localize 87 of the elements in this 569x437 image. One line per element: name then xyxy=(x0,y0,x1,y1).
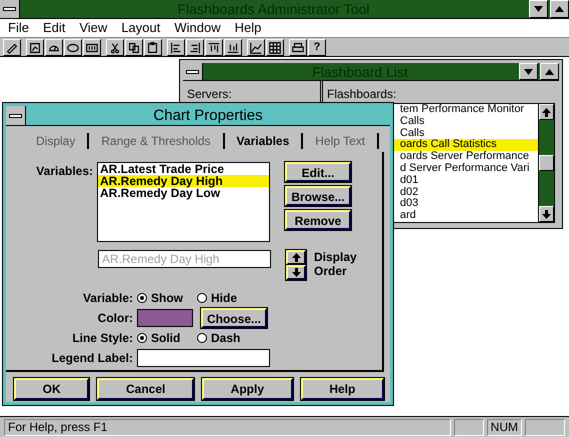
choose-button[interactable]: Choose... xyxy=(201,308,267,328)
display-order-label: Display Order xyxy=(314,250,358,280)
scissors-icon xyxy=(108,40,122,54)
printer-icon xyxy=(291,40,305,54)
menu-item[interactable]: Edit xyxy=(38,19,74,37)
tab[interactable]: Variables xyxy=(224,133,304,149)
status-panel xyxy=(454,419,484,436)
toolbar-button[interactable] xyxy=(125,39,143,56)
align-right-icon xyxy=(188,40,202,54)
system-menu-button[interactable] xyxy=(6,106,26,125)
toolbar-button[interactable] xyxy=(266,39,284,56)
scroll-up-button[interactable] xyxy=(539,104,554,120)
help-button[interactable]: ? xyxy=(308,39,326,56)
scrollbar[interactable] xyxy=(538,104,554,222)
list-item[interactable]: AR.Remedy Day Low xyxy=(98,187,269,199)
toolbar-button[interactable] xyxy=(144,39,162,56)
legend-label: Legend Label: xyxy=(50,350,134,367)
tab[interactable]: Display xyxy=(24,133,90,149)
menu-item[interactable]: Window xyxy=(169,19,230,37)
minimize-button[interactable] xyxy=(529,0,548,18)
up-triangle-icon xyxy=(555,6,564,12)
maximize-button[interactable] xyxy=(550,0,569,18)
variable-label: Variable: xyxy=(82,290,134,307)
toolbar-button[interactable] xyxy=(205,39,223,56)
toolbar-button[interactable] xyxy=(106,39,124,56)
move-up-button[interactable] xyxy=(286,250,306,265)
toolbar-button[interactable] xyxy=(26,39,44,56)
paste-icon xyxy=(146,40,160,54)
align-left-icon xyxy=(169,40,183,54)
grid-icon xyxy=(268,40,282,54)
dialog-button[interactable]: Edit... xyxy=(285,162,351,182)
radio-button[interactable]: Hide xyxy=(197,289,257,307)
toolbar-button[interactable] xyxy=(64,39,82,56)
toolbar-button[interactable] xyxy=(45,39,63,56)
toolbar-button[interactable] xyxy=(186,39,204,56)
color-label: Color: xyxy=(96,310,134,327)
copy-icon xyxy=(127,40,141,54)
menu-item[interactable]: Help xyxy=(230,19,270,37)
chart-icon xyxy=(28,40,42,54)
tab[interactable]: Range & Thresholds xyxy=(89,133,225,149)
toolbar-button[interactable] xyxy=(167,39,185,56)
tab[interactable]: Help Text xyxy=(303,133,380,149)
system-menu-button[interactable] xyxy=(0,0,20,18)
toolbar-button[interactable] xyxy=(224,39,242,56)
align-bottom-icon xyxy=(226,40,240,54)
up-arrow-icon xyxy=(292,253,300,262)
up-triangle-icon xyxy=(545,68,554,74)
toolbar-button[interactable] xyxy=(83,39,101,56)
line-style-label: Line Style: xyxy=(71,330,134,347)
line-chart-icon xyxy=(249,40,263,54)
servers-label: Servers: xyxy=(187,86,233,103)
system-menu-button[interactable] xyxy=(183,63,203,80)
toolbar-button[interactable] xyxy=(247,39,265,56)
flashboards-label: Flashboards: xyxy=(327,86,398,103)
dialog-button[interactable]: Remove xyxy=(285,210,351,230)
menu-item[interactable]: View xyxy=(74,19,116,37)
list-item[interactable]: AR.Latest Trade Price xyxy=(98,163,269,175)
toolbar-button[interactable] xyxy=(289,39,307,56)
radio-button[interactable]: Dash xyxy=(197,329,257,347)
legend-label-field[interactable] xyxy=(137,349,270,367)
menu-item[interactable]: Layout xyxy=(116,19,170,37)
dialog-button[interactable]: Cancel xyxy=(97,378,194,400)
dialog-button[interactable]: OK xyxy=(14,378,90,400)
num-lock-indicator: NUM xyxy=(486,419,522,436)
status-panel xyxy=(525,419,565,436)
maximize-button[interactable] xyxy=(540,63,559,80)
move-down-button[interactable] xyxy=(286,265,306,280)
list-item[interactable]: AR.Remedy Day High xyxy=(98,175,269,187)
menu-item[interactable]: File xyxy=(3,19,38,37)
dialog-button[interactable]: Browse... xyxy=(285,186,351,206)
dialog-button[interactable]: Apply xyxy=(202,378,293,400)
dialog-button[interactable]: Help xyxy=(300,378,384,400)
status-text: For Help, press F1 xyxy=(4,419,451,436)
down-arrow-icon xyxy=(542,210,551,218)
down-arrow-icon xyxy=(292,268,300,277)
variables-label: Variables: xyxy=(35,163,94,180)
radio-button[interactable]: Show xyxy=(137,289,197,307)
up-arrow-icon xyxy=(542,108,551,116)
toolbar-button[interactable] xyxy=(3,39,21,56)
minimize-button[interactable] xyxy=(519,63,538,80)
scroll-down-button[interactable] xyxy=(539,206,554,222)
radio-button[interactable]: Solid xyxy=(137,329,197,347)
down-triangle-icon xyxy=(534,6,543,12)
scroll-thumb[interactable] xyxy=(539,155,554,171)
down-triangle-icon xyxy=(524,68,533,74)
window-title: Chart Properties xyxy=(152,106,264,125)
align-top-icon xyxy=(207,40,221,54)
